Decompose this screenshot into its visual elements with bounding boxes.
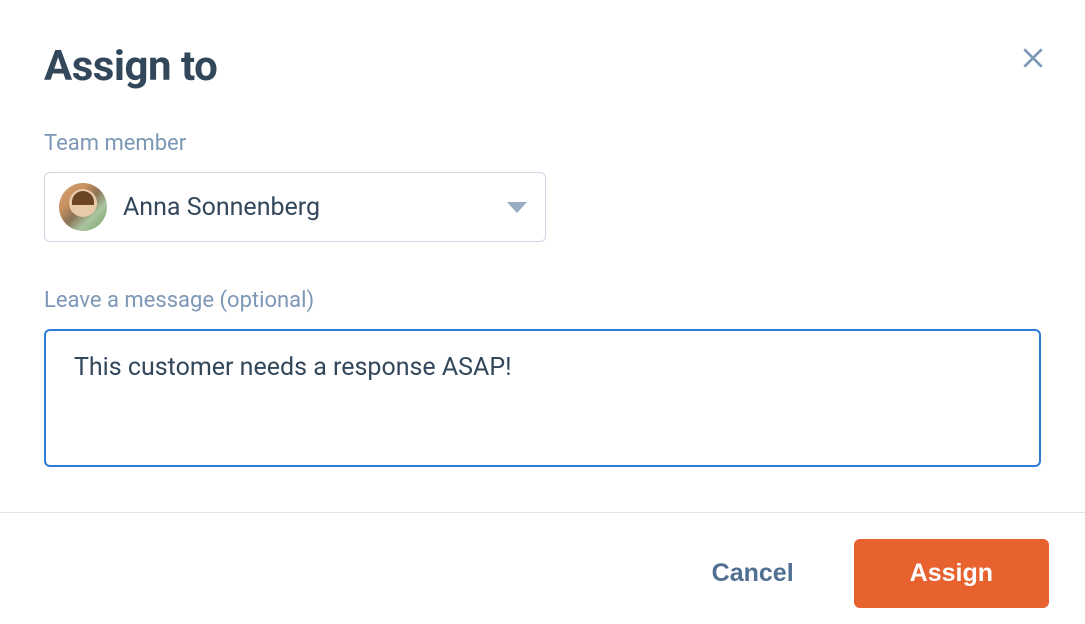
modal-title: Assign to (44, 42, 1041, 91)
assign-button[interactable]: Assign (854, 539, 1049, 608)
close-button[interactable] (1017, 42, 1049, 74)
message-textarea[interactable] (44, 329, 1041, 467)
avatar (59, 183, 107, 231)
message-label: Leave a message (optional) (44, 288, 1041, 313)
cancel-button[interactable]: Cancel (708, 549, 798, 598)
chevron-down-icon (507, 202, 527, 213)
team-member-select[interactable]: Anna Sonnenberg (44, 172, 546, 242)
modal-footer: Cancel Assign (0, 512, 1085, 624)
selected-member-name: Anna Sonnenberg (123, 193, 507, 222)
team-member-label: Team member (44, 131, 1041, 156)
close-icon (1020, 45, 1046, 71)
